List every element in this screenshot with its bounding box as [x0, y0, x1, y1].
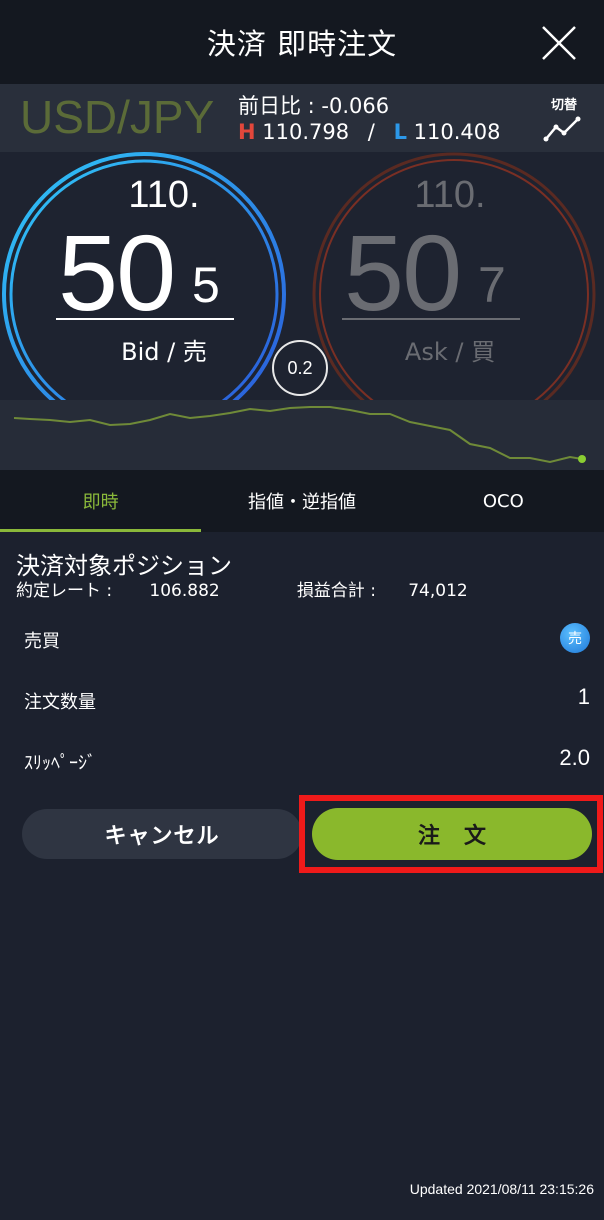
page-title: 決済 即時注文: [206, 27, 398, 61]
ask-big-figure: 50: [344, 212, 462, 333]
side-row: 売買 売: [0, 609, 604, 669]
rate-label: 約定レート :: [16, 581, 113, 601]
sell-badge: 売: [560, 623, 590, 653]
low-label: L: [393, 120, 407, 144]
slippage-value[interactable]: 2.0: [559, 745, 590, 771]
ask-quote-button[interactable]: 110. 50 7 Ask / 買: [330, 152, 570, 392]
high-low-separator: /: [367, 120, 375, 144]
bid-divider: [56, 318, 234, 320]
ask-divider: [342, 318, 520, 320]
pl-value: 74,012: [408, 581, 468, 601]
tick-chart: [0, 400, 604, 470]
quantity-label: 注文数量: [24, 692, 96, 713]
cancel-button[interactable]: キャンセル: [22, 809, 302, 859]
high-label: H: [238, 120, 256, 144]
tab-limit-stop[interactable]: 指値・逆指値: [201, 470, 402, 532]
ask-label: Ask / 買: [404, 338, 496, 366]
tick-chart-line: [13, 406, 586, 464]
order-button[interactable]: 注文: [312, 808, 592, 860]
quantity-value[interactable]: 1: [578, 684, 590, 710]
slippage-row[interactable]: ｽﾘｯﾍﾟｰｼﾞ 2.0: [0, 731, 604, 791]
high-low-row: H 110.798 / L 110.408: [238, 120, 500, 144]
currency-pair: USD/JPY: [20, 91, 215, 143]
bid-big-figure: 50: [58, 212, 176, 333]
quote-panel: 110. 50 5 Bid / 売 110. 50 7 Ask / 買 0.2: [0, 152, 604, 470]
switch-chart-button[interactable]: 切替: [538, 94, 590, 147]
tab-oco[interactable]: OCO: [403, 470, 604, 532]
switch-label: 切替: [550, 98, 577, 113]
side-label: 売買: [24, 631, 60, 652]
trend-chart-icon: [543, 116, 581, 142]
header-bar: 決済 即時注文: [0, 0, 604, 84]
previous-day-change: 前日比 : -0.066: [238, 94, 390, 118]
quantity-row[interactable]: 注文数量 1: [0, 670, 604, 730]
close-icon[interactable]: [540, 24, 578, 62]
position-summary: 約定レート : 106.882 損益合計 : 74,012: [16, 576, 468, 601]
order-type-tabs: 即時 指値・逆指値 OCO: [0, 470, 604, 532]
ask-pip: 7: [478, 257, 506, 313]
rate-info-bar: USD/JPY 前日比 : -0.066 H 110.798 / L 110.4…: [0, 84, 604, 152]
spread-badge: 0.2: [272, 340, 328, 396]
tick-chart-last-point: [578, 455, 586, 463]
bid-pip: 5: [192, 257, 220, 313]
pl-label: 損益合計 :: [296, 581, 376, 601]
high-value: 110.798: [262, 120, 350, 144]
bid-quote-button[interactable]: 110. 50 5 Bid / 売: [44, 152, 284, 392]
updated-timestamp: Updated 2021/08/11 23:15:26: [409, 1181, 594, 1197]
low-value: 110.408: [413, 120, 501, 144]
slippage-label: ｽﾘｯﾍﾟｰｼﾞ: [24, 753, 96, 774]
tab-immediate[interactable]: 即時: [0, 470, 202, 532]
rate-value: 106.882: [149, 581, 220, 601]
bid-label: Bid / 売: [121, 338, 207, 366]
